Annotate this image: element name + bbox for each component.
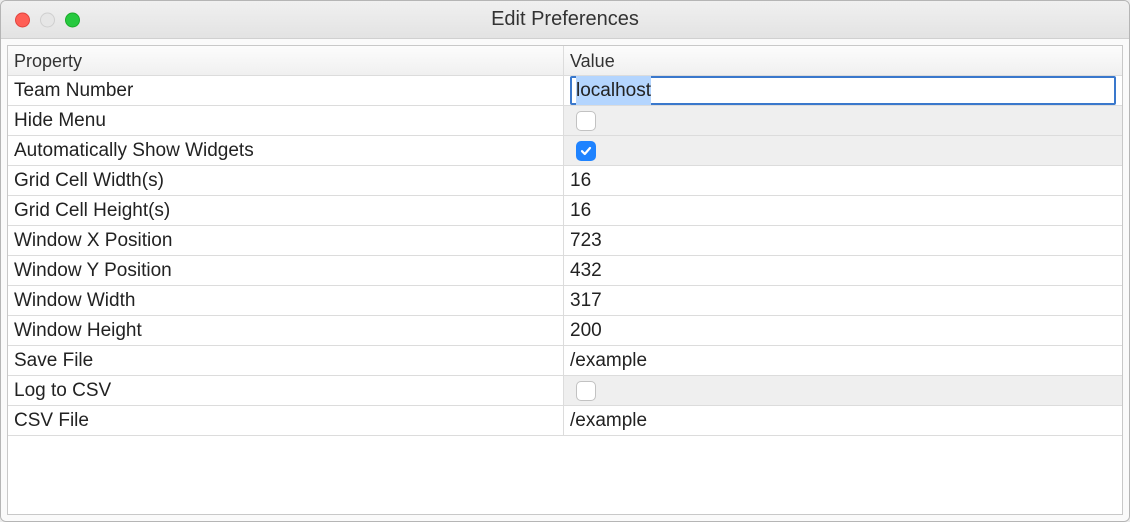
value-cell[interactable]: /example [564, 406, 1122, 435]
value-text[interactable]: 16 [570, 166, 591, 195]
property-cell[interactable]: Hide Menu [8, 106, 564, 135]
property-cell[interactable]: CSV File [8, 406, 564, 435]
traffic-lights [15, 12, 80, 27]
value-cell[interactable]: 432 [564, 256, 1122, 285]
zoom-icon[interactable] [65, 12, 80, 27]
value-checkbox[interactable] [576, 111, 596, 131]
minimize-icon [40, 12, 55, 27]
value-cell[interactable]: 16 [564, 166, 1122, 195]
table-row: Window X Position723 [8, 226, 1122, 256]
value-cell[interactable]: 317 [564, 286, 1122, 315]
property-cell[interactable]: Window Width [8, 286, 564, 315]
property-cell[interactable]: Team Number [8, 76, 564, 105]
property-cell[interactable]: Window Height [8, 316, 564, 345]
value-checkbox[interactable] [576, 141, 596, 161]
table-row: Save File/example [8, 346, 1122, 376]
table-row: Automatically Show Widgets [8, 136, 1122, 166]
value-cell[interactable]: /example [564, 346, 1122, 375]
preferences-window: Edit Preferences PropertyValueTeam Numbe… [0, 0, 1130, 522]
value-cell[interactable]: 200 [564, 316, 1122, 345]
table-row: Grid Cell Width(s)16 [8, 166, 1122, 196]
value-text[interactable]: localhost [576, 76, 651, 105]
property-cell[interactable]: Grid Cell Width(s) [8, 166, 564, 195]
titlebar[interactable]: Edit Preferences [1, 1, 1129, 39]
value-checkbox[interactable] [576, 381, 596, 401]
preferences-table: PropertyValueTeam Number localhost Hide Me… [7, 45, 1123, 515]
property-cell[interactable]: Log to CSV [8, 376, 564, 405]
value-text[interactable]: 432 [570, 256, 602, 285]
table-row: Log to CSV [8, 376, 1122, 406]
table-row: Hide Menu [8, 106, 1122, 136]
table-row: CSV File/example [8, 406, 1122, 436]
table-row: Team Number localhost [8, 76, 1122, 106]
value-text[interactable]: /example [570, 406, 647, 435]
value-cell[interactable] [564, 136, 1122, 165]
table-header: PropertyValue [8, 46, 1122, 76]
property-cell[interactable]: Grid Cell Height(s) [8, 196, 564, 225]
value-cell[interactable]: 16 [564, 196, 1122, 225]
value-text[interactable]: 16 [570, 196, 591, 225]
property-cell[interactable]: Window X Position [8, 226, 564, 255]
value-text[interactable]: 200 [570, 316, 602, 345]
value-text[interactable]: 317 [570, 286, 602, 315]
content-area: PropertyValueTeam Number localhost Hide Me… [1, 39, 1129, 521]
close-icon[interactable] [15, 12, 30, 27]
value-text[interactable]: /example [570, 346, 647, 375]
property-cell[interactable]: Save File [8, 346, 564, 375]
value-cell[interactable] [564, 106, 1122, 135]
value-text[interactable]: 723 [570, 226, 602, 255]
header-value[interactable]: Value [564, 46, 1122, 75]
table-row: Grid Cell Height(s)16 [8, 196, 1122, 226]
value-cell[interactable]: localhost [564, 76, 1122, 105]
property-cell[interactable]: Automatically Show Widgets [8, 136, 564, 165]
value-cell[interactable]: 723 [564, 226, 1122, 255]
value-edit[interactable]: localhost [570, 76, 1116, 105]
property-cell[interactable]: Window Y Position [8, 256, 564, 285]
value-cell[interactable] [564, 376, 1122, 405]
window-title: Edit Preferences [1, 8, 1129, 31]
table-row: Window Width317 [8, 286, 1122, 316]
table-row: Window Height200 [8, 316, 1122, 346]
table-row: Window Y Position432 [8, 256, 1122, 286]
header-property[interactable]: Property [8, 46, 564, 75]
